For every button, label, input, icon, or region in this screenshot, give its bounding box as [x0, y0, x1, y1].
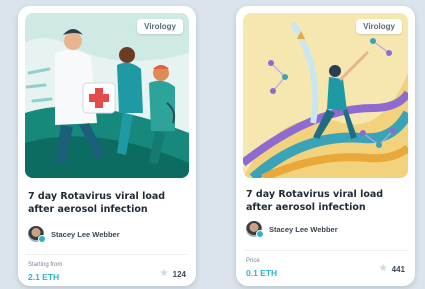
- verified-badge-icon: [256, 230, 264, 238]
- price-value: 2.1 ETH: [28, 272, 60, 282]
- molecule-figure-illustration: [243, 13, 408, 178]
- like-button[interactable]: ★ 124: [160, 269, 186, 279]
- medics-running-illustration: [25, 13, 189, 178]
- card-title[interactable]: 7 day Rotavirus viral load after aerosol…: [246, 188, 403, 214]
- category-tag[interactable]: Virology: [356, 19, 402, 34]
- nft-card[interactable]: Virology 7 day Rotavirus viral load afte…: [236, 6, 415, 286]
- author[interactable]: Stacey Lee Webber: [28, 226, 120, 243]
- price-label: Starting from: [28, 262, 63, 268]
- star-icon: ★: [378, 263, 388, 274]
- author-name: Stacey Lee Webber: [51, 229, 120, 239]
- divider: [26, 254, 188, 255]
- divider: [244, 250, 407, 251]
- card-artwork[interactable]: Virology: [243, 13, 408, 178]
- like-button[interactable]: ★ 441: [379, 264, 405, 274]
- like-count: 124: [172, 269, 186, 279]
- price-value: 0.1 ETH: [246, 268, 278, 278]
- card-artwork[interactable]: Virology: [25, 13, 189, 178]
- avatar: [246, 221, 264, 238]
- author-name: Stacey Lee Webber: [269, 224, 338, 234]
- nft-card-grid: Virology 7 day Rotavirus viral load afte…: [0, 0, 425, 289]
- category-tag[interactable]: Virology: [137, 19, 183, 34]
- verified-badge-icon: [38, 235, 46, 243]
- card-title[interactable]: 7 day Rotavirus viral load after aerosol…: [28, 190, 184, 216]
- star-icon: ★: [159, 268, 169, 279]
- author[interactable]: Stacey Lee Webber: [246, 221, 338, 238]
- like-count: 441: [391, 264, 405, 274]
- price-label: Price: [246, 258, 260, 264]
- nft-card[interactable]: Virology 7 day Rotavirus viral load afte…: [18, 6, 196, 286]
- avatar: [28, 226, 46, 243]
